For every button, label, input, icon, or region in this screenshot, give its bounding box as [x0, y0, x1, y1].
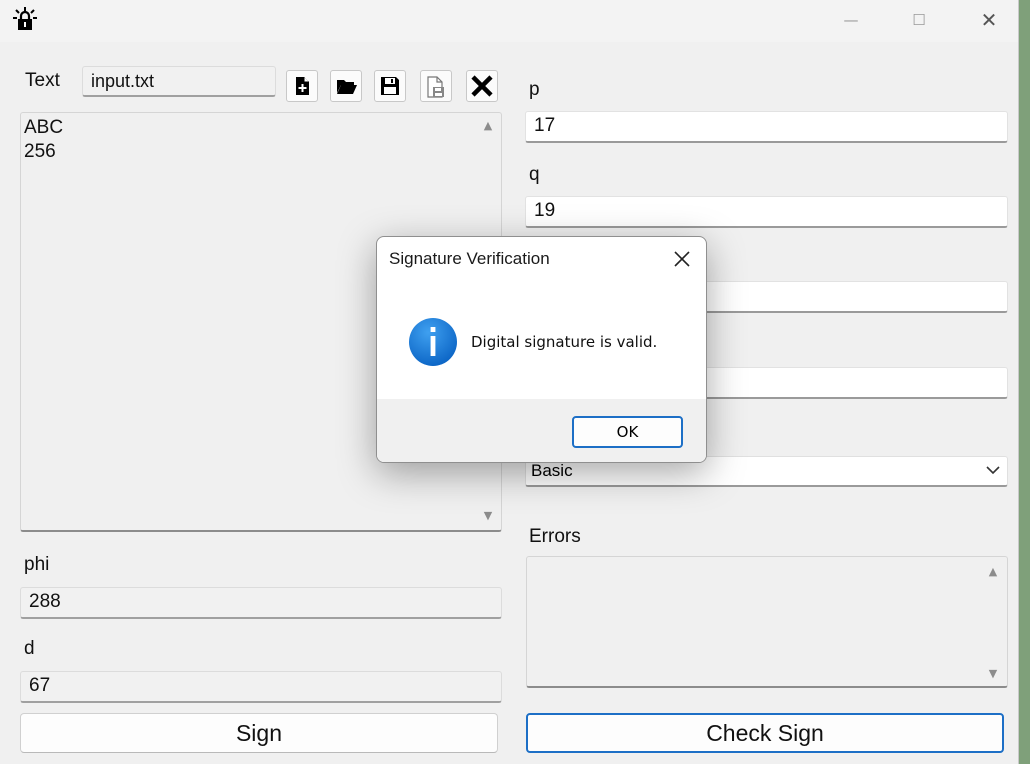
scroll-up-arrow-icon[interactable]: ▲ — [480, 119, 496, 133]
chevron-down-icon — [986, 466, 1000, 475]
filename-field[interactable]: input.txt — [82, 66, 276, 97]
scroll-down-arrow-icon[interactable]: ▼ — [985, 667, 1001, 681]
mode-select-value: Basic — [531, 461, 573, 480]
clear-button[interactable] — [466, 70, 498, 102]
main-window: — ☐ ✕ Text input.txt ABC 256 ▲ ▼ phi 288… — [0, 0, 1019, 764]
scroll-down-arrow-icon[interactable]: ▼ — [480, 509, 496, 523]
maximize-button[interactable]: ☐ — [896, 6, 942, 34]
text-line: 256 — [24, 141, 56, 162]
d-field[interactable]: 67 — [20, 671, 502, 703]
minimize-button[interactable]: — — [828, 6, 874, 34]
open-folder-icon — [337, 80, 357, 94]
sign-button[interactable]: Sign — [20, 713, 498, 753]
dialog-message: Digital signature is valid. — [471, 333, 658, 351]
open-file-button[interactable] — [330, 70, 362, 102]
lock-app-icon — [13, 7, 37, 30]
check-sign-button[interactable]: Check Sign — [526, 713, 1004, 753]
q-field[interactable]: 19 — [525, 196, 1008, 228]
ok-button[interactable]: OK — [572, 416, 683, 448]
signature-verification-dialog: Signature Verification Digital signature… — [376, 236, 707, 463]
p-field[interactable]: 17 — [525, 111, 1008, 143]
phi-label: phi — [24, 554, 50, 575]
title-bar: — ☐ ✕ — [0, 0, 1018, 42]
p-label: p — [529, 79, 540, 100]
text-line: ABC — [24, 117, 64, 138]
new-file-icon — [296, 77, 309, 95]
save-as-icon — [427, 76, 444, 98]
errors-area[interactable]: ▲ ▼ — [526, 556, 1008, 688]
text-label: Text — [25, 70, 60, 91]
q-label: q — [529, 164, 540, 185]
scroll-up-arrow-icon[interactable]: ▲ — [985, 565, 1001, 579]
errors-label: Errors — [529, 526, 581, 547]
save-icon — [381, 77, 399, 95]
save-as-button[interactable] — [420, 70, 452, 102]
close-window-button[interactable]: ✕ — [966, 6, 1012, 34]
dialog-title: Signature Verification — [389, 249, 550, 268]
phi-field[interactable]: 288 — [20, 587, 502, 619]
d-label: d — [24, 638, 35, 659]
save-file-button[interactable] — [374, 70, 406, 102]
info-icon — [409, 318, 457, 366]
clear-icon — [471, 75, 493, 97]
dialog-close-icon[interactable] — [667, 245, 697, 273]
new-file-button[interactable] — [286, 70, 318, 102]
